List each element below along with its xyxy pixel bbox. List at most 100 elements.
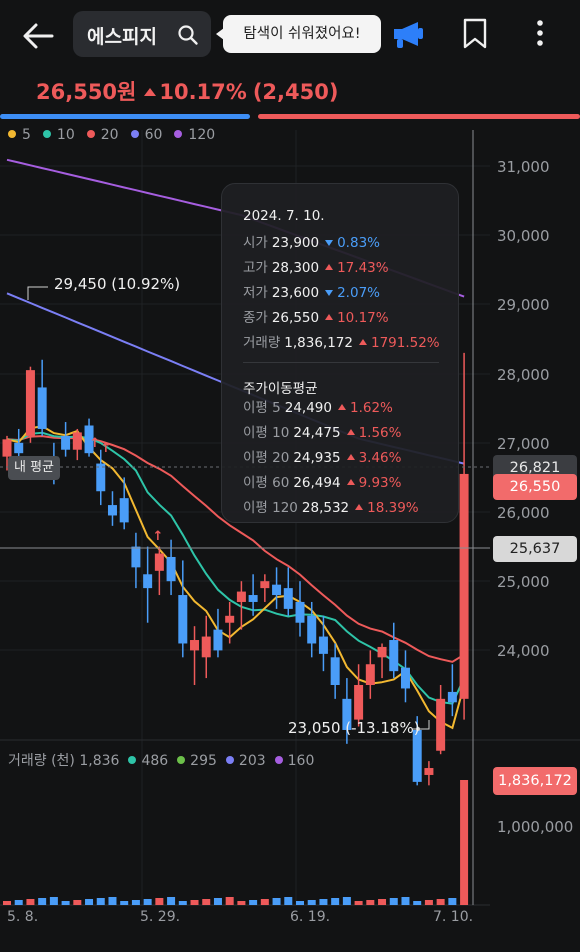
popup-row-value: 24,935 <box>293 450 341 466</box>
candle-body <box>283 588 293 609</box>
candle-body <box>119 498 129 523</box>
date-axis-tick: 5. 8. <box>7 909 39 925</box>
popup-row-change: 10.17% <box>337 310 389 326</box>
candle-body <box>236 591 246 602</box>
candle-body <box>318 636 328 654</box>
candle-body <box>424 768 434 775</box>
up-triangle-icon <box>325 314 334 320</box>
popup-row: 이평 20 24,935 3.46% <box>243 446 401 466</box>
legend-dot <box>274 756 283 764</box>
crosshair-price-tag: 25,637 <box>493 536 577 562</box>
candle-body <box>178 595 188 644</box>
popup-row-value: 24,490 <box>284 400 332 416</box>
candle-body <box>307 615 317 644</box>
popup-row-change: 9.93% <box>358 475 402 491</box>
candle-body <box>61 435 71 450</box>
candle-body <box>107 505 117 516</box>
price-axis-tick: 29,000 <box>497 296 550 314</box>
popup-row-key: 고가 <box>243 260 268 276</box>
candle-body <box>143 574 153 589</box>
price-axis-tick: 28,000 <box>497 366 550 384</box>
candle-body <box>389 640 399 672</box>
volume-bar <box>424 900 433 905</box>
popup-row-key: 이평 60 <box>243 475 290 491</box>
popup-row-change: 17.43% <box>337 260 389 276</box>
volume-bar <box>73 900 82 905</box>
volume-legend-label: 295 <box>190 753 217 769</box>
volume-bar <box>96 898 105 905</box>
volume-bar <box>249 900 258 905</box>
volume-bar <box>237 901 246 905</box>
popup-row-change: 2.07% <box>337 285 380 301</box>
volume-bar <box>307 900 316 905</box>
price-axis-tick: 24,000 <box>497 642 550 660</box>
candle-body <box>131 546 141 568</box>
candle-body <box>412 729 422 782</box>
volume-bar <box>14 900 23 905</box>
candle-body <box>459 473 469 699</box>
volume-tag: 1,836,172 <box>493 767 577 795</box>
volume-legend-label: 거래량 (천) 1,836 <box>8 753 120 769</box>
date-axis-tick: 7. 10. <box>433 909 474 925</box>
volume-bar <box>401 897 410 905</box>
trade-arrow-icon: ↑ <box>101 441 112 456</box>
volume-bar <box>85 899 94 905</box>
volume-bar <box>143 899 152 905</box>
volume-bar <box>448 898 457 905</box>
volume-legend-item: 160 <box>274 753 315 769</box>
volume-bar <box>190 900 199 905</box>
candle-body <box>436 698 446 751</box>
candle-body <box>354 685 364 720</box>
popup-row: 거래량 1,836,172 1791.52% <box>243 331 440 351</box>
up-triangle-icon <box>346 454 355 460</box>
popup-row-value: 26,494 <box>293 475 341 491</box>
volume-legend-item: 거래량 (천) 1,836 <box>8 750 119 770</box>
popup-row: 종가 26,550 10.17% <box>243 306 389 326</box>
high-leader <box>27 286 48 300</box>
popup-row-key: 이평 5 <box>243 400 281 416</box>
up-triangle-icon <box>355 504 364 510</box>
volume-bar <box>178 901 187 905</box>
volume-bar <box>284 897 293 905</box>
volume-bar <box>378 899 387 905</box>
price-axis-tick: 30,000 <box>497 227 550 245</box>
popup-row-key: 이평 120 <box>243 500 298 516</box>
period-high-label: 29,450 (10.92%) <box>54 275 181 293</box>
candle-body <box>225 615 235 623</box>
volume-bar <box>202 899 211 905</box>
candle-body <box>400 667 410 689</box>
candle-body <box>25 370 35 436</box>
volume-bar <box>26 899 35 905</box>
popup-row-value: 1,836,172 <box>284 335 353 351</box>
volume-legend-label: 160 <box>287 753 315 769</box>
popup-row: 이평 5 24,490 1.62% <box>243 396 393 416</box>
current-price-tag: 26,550 <box>493 474 577 500</box>
date-axis-tick: 5. 29. <box>140 909 181 925</box>
volume-bar <box>167 897 176 905</box>
candle-body <box>295 601 305 623</box>
volume-bar <box>225 897 234 905</box>
candle-body <box>14 442 24 454</box>
volume-bar <box>3 901 11 905</box>
volume-bar <box>413 901 422 905</box>
candle-body <box>37 387 47 429</box>
volume-axis-label: 1,000,000 <box>497 818 574 836</box>
up-triangle-icon <box>325 264 334 270</box>
popup-row-value: 28,532 <box>301 500 350 516</box>
volume-bar <box>342 897 351 905</box>
popup-row: 이평 120 28,532 18.39% <box>243 496 419 516</box>
candle-body <box>213 629 223 651</box>
volume-bar <box>61 901 70 905</box>
popup-row: 고가 28,300 17.43% <box>243 256 389 276</box>
popup-row-key: 종가 <box>243 310 268 326</box>
volume-legend-item: 295 <box>177 753 217 769</box>
candle-body <box>154 553 164 571</box>
candle-body <box>190 640 200 651</box>
popup-row-key: 저가 <box>243 285 268 301</box>
volume-bar <box>38 898 47 905</box>
popup-row-key: 거래량 <box>243 335 281 351</box>
popup-row-key: 이평 10 <box>243 425 290 441</box>
candle-body <box>377 646 387 658</box>
popup-date: 2024. 7. 10. <box>243 208 325 224</box>
volume-bar <box>354 901 363 905</box>
